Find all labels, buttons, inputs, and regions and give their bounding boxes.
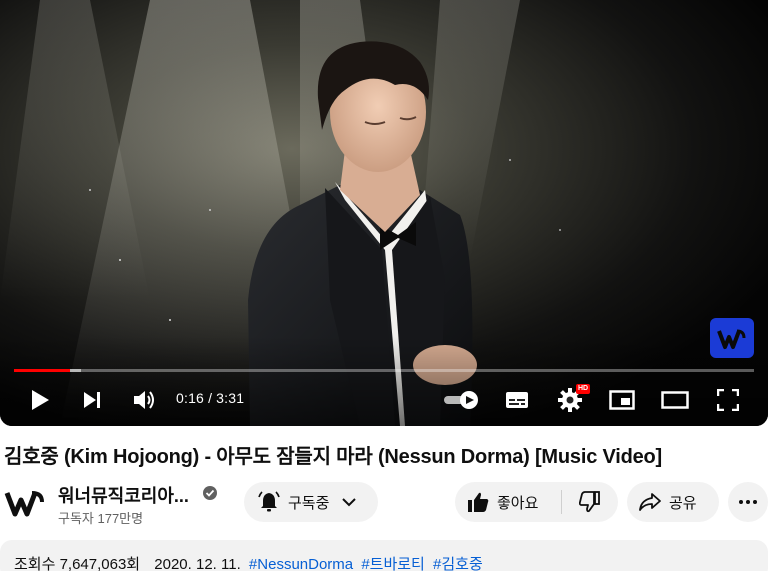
like-dislike-group: 좋아요 [455, 482, 618, 522]
channel-watermark[interactable] [710, 318, 754, 358]
volume-icon [134, 391, 154, 409]
warner-logo-icon [4, 491, 44, 517]
fullscreen-button[interactable] [713, 384, 743, 416]
subscribed-label: 구독중 [288, 494, 330, 512]
hd-badge: HD [576, 384, 591, 394]
hashtag-link[interactable]: #NessunDorma [249, 556, 353, 571]
share-button[interactable]: 공유 [627, 482, 719, 522]
video-title: 김호중 (Kim Hojoong) - 아무도 잠들지 마라 (Nessun D… [4, 446, 663, 468]
share-label: 공유 [669, 494, 697, 512]
autoplay-toggle-icon [444, 391, 478, 409]
chevron-down-icon [342, 498, 357, 507]
subtitles-button[interactable] [502, 384, 532, 416]
miniplayer-icon [609, 390, 635, 410]
channel-avatar[interactable] [4, 484, 44, 520]
bell-icon [258, 491, 280, 512]
video-player[interactable]: 0:16/3:31 HD [0, 0, 768, 426]
progress-played [14, 369, 71, 372]
like-label: 좋아요 [497, 494, 539, 512]
upload-date: 2020. 12. 11. [154, 556, 241, 571]
channel-name[interactable]: 워너뮤직코리아... [58, 482, 189, 508]
time-display: 0:16/3:31 [176, 390, 244, 406]
description-meta: 조회수 7,647,063회 2020. 12. 11. #NessunDorm… [14, 553, 483, 571]
next-button[interactable] [76, 384, 108, 416]
progress-bar[interactable] [14, 369, 754, 372]
volume-button[interactable] [128, 384, 160, 416]
time-separator: / [208, 390, 213, 406]
hashtag-link[interactable]: #김호중 [433, 556, 483, 571]
like-button[interactable]: 좋아요 [455, 482, 561, 522]
theater-mode-icon [661, 391, 689, 409]
more-horizontal-icon [739, 500, 757, 504]
play-button[interactable] [24, 384, 56, 416]
view-count: 조회수 7,647,063회 [14, 556, 141, 571]
theater-mode-button[interactable] [659, 384, 691, 416]
fullscreen-icon [717, 389, 739, 411]
thumbs-down-icon [578, 491, 600, 513]
thumbs-up-icon [468, 492, 489, 512]
subscriber-count: 구독자 177만명 [58, 511, 144, 526]
miniplayer-button[interactable] [607, 384, 637, 416]
more-actions-button[interactable] [728, 482, 768, 522]
duration: 3:31 [216, 390, 245, 406]
autoplay-toggle[interactable] [442, 384, 480, 416]
play-icon [32, 390, 49, 410]
share-icon [639, 493, 661, 511]
warner-logo-icon [717, 329, 746, 349]
dislike-button[interactable] [562, 482, 617, 522]
subtitles-icon [506, 392, 528, 408]
verified-badge-icon [203, 486, 217, 500]
controls-gradient [0, 336, 768, 426]
next-icon [84, 392, 100, 408]
subscribed-button[interactable]: 구독중 [244, 482, 378, 522]
hashtag-link[interactable]: #트바로티 [361, 556, 425, 571]
current-time: 0:16 [176, 390, 205, 406]
